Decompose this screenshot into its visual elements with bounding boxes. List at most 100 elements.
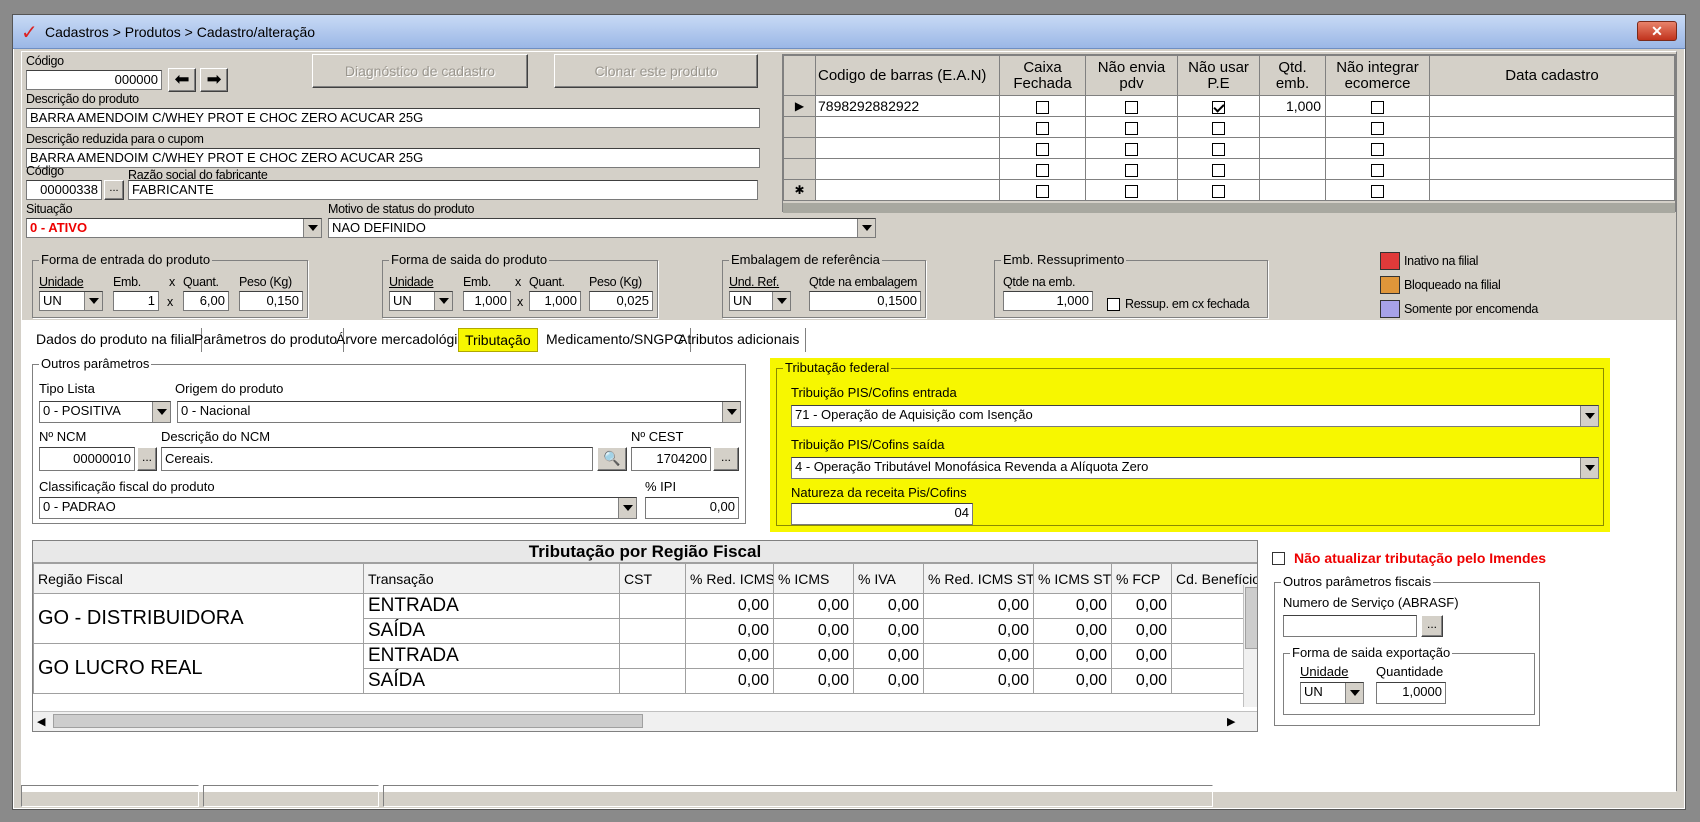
- natureza-input[interactable]: 04: [791, 503, 973, 525]
- situacao-select[interactable]: 0 - ATIVO: [26, 218, 322, 238]
- embref-qtde-input[interactable]: 0,1500: [809, 291, 921, 311]
- ean-naointegrar-cell[interactable]: [1325, 158, 1430, 180]
- regiao-col-header[interactable]: CST: [619, 563, 686, 594]
- ean-naousar-checkbox[interactable]: [1212, 184, 1225, 198]
- horizontal-scroll-thumb[interactable]: [53, 714, 643, 728]
- regiao-cst-cell[interactable]: [619, 643, 686, 669]
- regiao-cst-cell[interactable]: [619, 618, 686, 644]
- imendes-checkbox[interactable]: [1272, 552, 1285, 565]
- entrada-emb-input[interactable]: 1: [113, 291, 159, 311]
- clonar-button[interactable]: Clonar este produto: [554, 54, 758, 88]
- pis-saida-select[interactable]: 4 - Operação Tributável Monofásica Reven…: [791, 457, 1599, 479]
- regiao-col-header[interactable]: Transação: [363, 563, 620, 594]
- regiao-red-cell[interactable]: 0,00: [685, 593, 774, 619]
- ean-caixa-cell[interactable]: [999, 137, 1086, 159]
- export-quant-input[interactable]: 1,0000: [1376, 682, 1446, 704]
- ean-qtd-cell[interactable]: 1,000: [1259, 95, 1326, 117]
- ean-naoenvia-cell[interactable]: [1085, 137, 1178, 159]
- ean-data-cell[interactable]: [1429, 179, 1675, 201]
- ean-naousar-cell[interactable]: [1177, 158, 1260, 180]
- regiao-cst-cell[interactable]: [619, 668, 686, 694]
- ncm-input[interactable]: 00000010: [39, 447, 135, 471]
- ean-naousar-checkbox[interactable]: [1212, 100, 1225, 114]
- ean-row-indicator[interactable]: [783, 158, 816, 180]
- ean-caixa-cell[interactable]: [999, 116, 1086, 138]
- ean-row[interactable]: [783, 116, 1675, 138]
- close-button[interactable]: ✕: [1637, 21, 1677, 41]
- ipi-input[interactable]: 0,00: [645, 497, 739, 519]
- regiao-icmsst-cell[interactable]: 0,00: [1033, 618, 1112, 644]
- saida-emb-input[interactable]: 1,000: [463, 291, 511, 311]
- scroll-left-icon[interactable]: ◀: [37, 715, 45, 728]
- regiao-cst-cell[interactable]: [619, 593, 686, 619]
- codigo-input[interactable]: 000000: [26, 70, 162, 90]
- ean-naointegrar-checkbox[interactable]: [1371, 142, 1384, 156]
- ean-naoenvia-cell[interactable]: [1085, 158, 1178, 180]
- ean-naointegrar-cell[interactable]: [1325, 116, 1430, 138]
- diagnostico-button[interactable]: Diagnóstico de cadastro: [312, 54, 528, 88]
- transacao-cell[interactable]: ENTRADA: [363, 643, 620, 669]
- regiao-col-header[interactable]: % Red. ICMS ST: [923, 563, 1034, 594]
- regiao-col-header[interactable]: % Red. ICMS: [685, 563, 774, 594]
- cest-input[interactable]: 1704200: [631, 447, 711, 471]
- tab-atributos-adicionais[interactable]: Atributos adicionais: [672, 328, 807, 352]
- ean-row[interactable]: ✱: [783, 179, 1675, 201]
- ean-naousar-cell[interactable]: [1177, 137, 1260, 159]
- ean-naousar-cell[interactable]: [1177, 116, 1260, 138]
- ean-row-indicator[interactable]: [783, 137, 816, 159]
- entrada-quant-input[interactable]: 6,00: [183, 291, 229, 311]
- regiao-red-cell[interactable]: 0,00: [685, 668, 774, 694]
- classificacao-select[interactable]: 0 - PADRAO: [39, 497, 637, 519]
- regiao-red-cell[interactable]: 0,00: [685, 643, 774, 669]
- ean-caixa-checkbox[interactable]: [1036, 184, 1049, 198]
- ean-naousar-cell[interactable]: [1177, 95, 1260, 117]
- ean-row-indicator[interactable]: ▶: [783, 95, 816, 117]
- vertical-scroll-thumb[interactable]: [1245, 587, 1257, 649]
- regiao-iva-cell[interactable]: 0,00: [853, 593, 924, 619]
- ean-naousar-cell[interactable]: [1177, 179, 1260, 201]
- ean-row[interactable]: ▶ 7898292882922 1,000: [783, 95, 1675, 117]
- ean-data-cell[interactable]: [1429, 116, 1675, 138]
- regiao-col-header[interactable]: % FCP: [1111, 563, 1172, 594]
- ean-naointegrar-cell[interactable]: [1325, 95, 1430, 117]
- ean-naointegrar-checkbox[interactable]: [1371, 100, 1384, 114]
- ean-code-cell[interactable]: [815, 116, 1000, 138]
- ncm-search-button[interactable]: ...: [137, 447, 157, 471]
- saida-quant-input[interactable]: 1,000: [529, 291, 581, 311]
- regiao-icms-cell[interactable]: 0,00: [773, 618, 854, 644]
- ean-code-cell[interactable]: [815, 158, 1000, 180]
- regiao-col-header[interactable]: % ICMS ST: [1033, 563, 1112, 594]
- ean-qtd-cell[interactable]: [1259, 116, 1326, 138]
- ean-naousar-checkbox[interactable]: [1212, 121, 1225, 135]
- ean-qtd-cell[interactable]: [1259, 137, 1326, 159]
- ean-naoenvia-cell[interactable]: [1085, 179, 1178, 201]
- descricao-input[interactable]: BARRA AMENDOIM C/WHEY PROT E CHOC ZERO A…: [26, 108, 760, 128]
- tab-tributacao[interactable]: Tributação: [458, 328, 538, 352]
- ean-row-indicator[interactable]: [783, 116, 816, 138]
- ean-naointegrar-checkbox[interactable]: [1371, 163, 1384, 177]
- fabricante-search-button[interactable]: ...: [104, 180, 124, 200]
- ean-naointegrar-cell[interactable]: [1325, 137, 1430, 159]
- ean-naoenvia-cell[interactable]: [1085, 116, 1178, 138]
- tab-arvore-mercadologica[interactable]: Árvore mercadológica: [330, 328, 480, 352]
- transacao-cell[interactable]: SAÍDA: [363, 618, 620, 644]
- regiao-redst-cell[interactable]: 0,00: [923, 668, 1034, 694]
- regiao-icms-cell[interactable]: 0,00: [773, 643, 854, 669]
- ean-data-cell[interactable]: [1429, 95, 1675, 117]
- regiao-icmsst-cell[interactable]: 0,00: [1033, 668, 1112, 694]
- entrada-peso-input[interactable]: 0,150: [239, 291, 303, 311]
- regiao-col-header[interactable]: % IVA: [853, 563, 924, 594]
- servico-input[interactable]: [1283, 615, 1417, 637]
- ean-caixa-checkbox[interactable]: [1036, 100, 1049, 114]
- regiao-redst-cell[interactable]: 0,00: [923, 618, 1034, 644]
- ressup-qtde-input[interactable]: 1,000: [1003, 291, 1093, 311]
- regiao-iva-cell[interactable]: 0,00: [853, 668, 924, 694]
- entrada-unidade-select[interactable]: UN: [39, 291, 103, 311]
- ean-qtd-cell[interactable]: [1259, 158, 1326, 180]
- saida-unidade-select[interactable]: UN: [389, 291, 453, 311]
- regiao-icms-cell[interactable]: 0,00: [773, 668, 854, 694]
- descricao-reduzida-input[interactable]: BARRA AMENDOIM C/WHEY PROT E CHOC ZERO A…: [26, 148, 760, 168]
- ean-naoenvia-checkbox[interactable]: [1125, 121, 1138, 135]
- fabricante-codigo-input[interactable]: 00000338: [26, 180, 102, 200]
- ean-row[interactable]: [783, 158, 1675, 180]
